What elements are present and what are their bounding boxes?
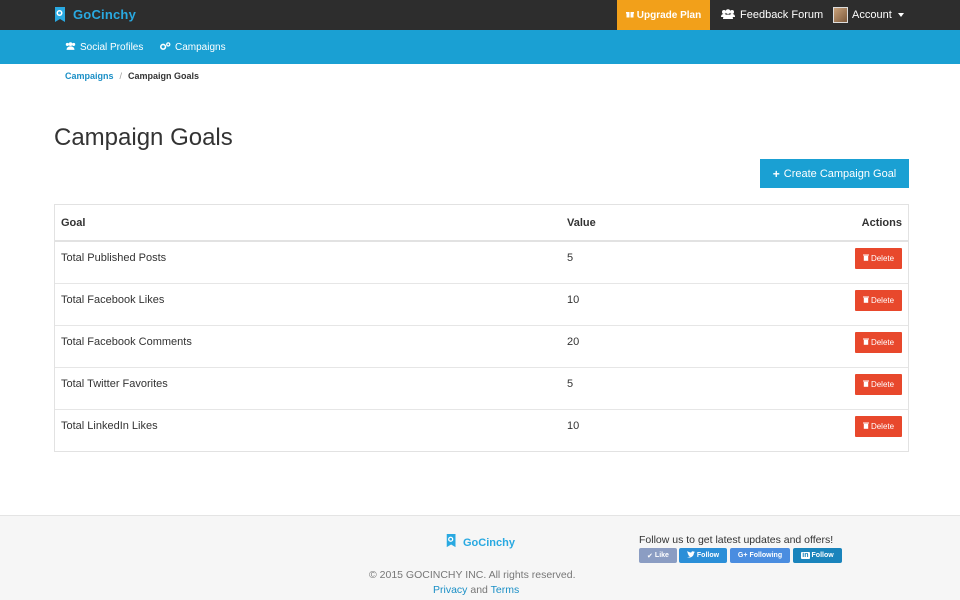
table-row: Total LinkedIn Likes 10 Delete	[55, 410, 908, 452]
legal-links: Privacy and Terms	[433, 584, 519, 596]
table-row: Total Published Posts 5 Delete	[55, 242, 908, 284]
table-row: Total Twitter Favorites 5 Delete	[55, 368, 908, 410]
goal-value: 20	[567, 336, 580, 348]
column-header-goal: Goal	[61, 216, 86, 229]
follow-us-text: Follow us to get latest updates and offe…	[639, 534, 834, 546]
table-header: Goal Value Actions	[55, 205, 908, 242]
nav-campaigns-label: Campaigns	[175, 41, 226, 53]
upgrade-plan-button[interactable]: Upgrade Plan	[617, 0, 710, 30]
trash-icon	[862, 296, 869, 305]
cogs-icon	[160, 41, 171, 53]
page-title: Campaign Goals	[54, 124, 233, 151]
delete-label: Delete	[870, 296, 895, 305]
google-plus-following-label: Following	[749, 552, 783, 559]
twitter-follow-label: Follow	[696, 552, 720, 559]
trash-icon	[862, 254, 869, 263]
delete-label: Delete	[870, 338, 895, 347]
breadcrumb: Campaigns / Campaign Goals	[65, 71, 199, 81]
users-icon	[65, 41, 76, 53]
table-row: Total Facebook Likes 10 Delete	[55, 284, 908, 326]
feedback-forum-link[interactable]: Feedback Forum	[721, 0, 823, 30]
footer-logo[interactable]: GoCinchy	[445, 533, 515, 553]
breadcrumb-current: Campaign Goals	[128, 71, 200, 81]
linkedin-follow-label: Follow	[811, 552, 834, 559]
top-navbar: GoCinchy Upgrade Plan Feedback Forum Acc…	[0, 0, 960, 30]
brand-name: GoCinchy	[73, 7, 136, 22]
goal-value: 10	[567, 420, 580, 432]
account-dropdown[interactable]: Account	[833, 0, 904, 30]
linkedin-follow-button[interactable]: in Follow	[793, 548, 842, 563]
upgrade-plan-label: Upgrade Plan	[636, 9, 702, 21]
gocinchy-logo-icon	[53, 6, 69, 23]
nav-campaigns[interactable]: Campaigns	[160, 30, 226, 64]
nav-social-profiles[interactable]: Social Profiles	[65, 30, 143, 64]
delete-button[interactable]: Delete	[855, 332, 902, 353]
goal-name: Total Published Posts	[61, 252, 167, 264]
twitter-icon	[686, 551, 695, 560]
facebook-like-button[interactable]: ✔ Like	[639, 548, 677, 563]
footer-brand-name: GoCinchy	[463, 537, 515, 549]
delete-button[interactable]: Delete	[855, 290, 902, 311]
goal-name: Total Facebook Likes	[61, 294, 165, 306]
terms-link[interactable]: Terms	[491, 584, 520, 596]
caret-down-icon	[897, 13, 904, 17]
brand-logo[interactable]: GoCinchy	[53, 6, 136, 23]
plus-icon: +	[772, 166, 780, 181]
delete-button[interactable]: Delete	[855, 416, 902, 437]
footer: GoCinchy © 2015 GOCINCHY INC. All rights…	[0, 515, 960, 600]
delete-button[interactable]: Delete	[855, 374, 902, 395]
nav-social-profiles-label: Social Profiles	[80, 41, 144, 53]
google-plus-following-button[interactable]: G+ Following	[730, 548, 790, 563]
table-row: Total Facebook Comments 20 Delete	[55, 326, 908, 368]
goal-name: Total LinkedIn Likes	[61, 420, 158, 432]
feedback-forum-label: Feedback Forum	[740, 9, 824, 21]
trash-icon	[862, 338, 869, 347]
gocinchy-logo-icon	[445, 533, 459, 553]
check-icon: ✔	[647, 552, 653, 560]
delete-button[interactable]: Delete	[855, 248, 902, 269]
sub-navbar: Social Profiles Campaigns	[0, 30, 960, 64]
delete-label: Delete	[870, 380, 895, 389]
breadcrumb-separator: /	[119, 71, 123, 81]
legal-and: and	[470, 584, 488, 596]
privacy-link[interactable]: Privacy	[433, 584, 467, 596]
avatar	[833, 7, 848, 23]
goal-name: Total Twitter Favorites	[61, 378, 168, 390]
gift-icon	[625, 10, 634, 21]
create-campaign-goal-label: Create Campaign Goal	[783, 167, 897, 180]
trash-icon	[862, 422, 869, 431]
goals-table: Goal Value Actions Total Published Posts…	[54, 204, 909, 452]
facebook-like-label: Like	[654, 552, 669, 559]
twitter-follow-button[interactable]: Follow	[679, 548, 727, 563]
goal-name: Total Facebook Comments	[61, 336, 192, 348]
delete-label: Delete	[870, 254, 895, 263]
goal-value: 5	[567, 252, 574, 264]
goal-value: 5	[567, 378, 574, 390]
users-icon	[721, 8, 735, 22]
copyright-text: © 2015 GOCINCHY INC. All rights reserved…	[369, 569, 576, 581]
linkedin-icon: in	[801, 552, 810, 559]
google-plus-icon: G+	[737, 552, 748, 559]
breadcrumb-campaigns-link[interactable]: Campaigns	[65, 71, 114, 81]
delete-label: Delete	[870, 422, 895, 431]
goal-value: 10	[567, 294, 580, 306]
create-campaign-goal-button[interactable]: + Create Campaign Goal	[760, 159, 909, 188]
trash-icon	[862, 380, 869, 389]
account-label: Account	[852, 9, 892, 21]
column-header-actions: Actions	[861, 216, 902, 229]
column-header-value: Value	[567, 216, 596, 229]
